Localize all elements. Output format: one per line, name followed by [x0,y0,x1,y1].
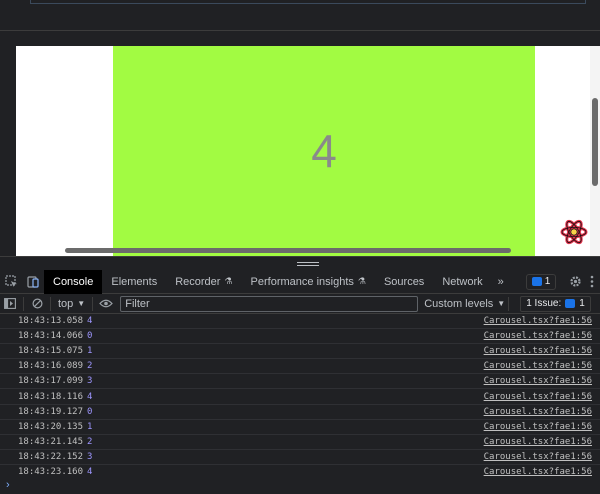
tab-console-label: Console [53,275,94,288]
devtools-resize-handle[interactable] [0,256,600,270]
log-levels-label: Custom levels [424,297,494,310]
toolbar-divider [508,296,510,311]
more-tabs-button[interactable]: » [492,276,510,288]
tab-performance-insights[interactable]: Performance insights ⚗ [242,270,375,294]
tab-elements-label: Elements [111,275,158,288]
messages-badge[interactable]: 1 [525,273,557,290]
log-value: 3 [87,451,93,462]
log-value: 1 [87,346,93,357]
log-row: 18:43:19.127 0 Carousel.tsx?fae1:56 [0,405,600,420]
context-selector[interactable]: top ▼ [54,298,89,310]
log-source-link[interactable]: Carousel.tsx?fae1:56 [484,392,592,402]
log-source-link[interactable]: Carousel.tsx?fae1:56 [484,316,592,326]
tab-network[interactable]: Network [433,270,491,294]
log-timestamp: 18:43:20.135 [18,421,84,432]
log-source-link[interactable]: Carousel.tsx?fae1:56 [484,361,592,371]
sidebar-toggle-icon[interactable] [0,294,20,314]
grip-icon [297,262,319,263]
log-source-link[interactable]: Carousel.tsx?fae1:56 [484,346,592,356]
log-timestamp: 18:43:14.066 [18,331,84,342]
tab-sources-label: Sources [383,275,425,288]
device-toolbar-icon[interactable] [22,270,44,294]
prompt-chevron-icon: › [6,479,10,491]
chevron-down-icon: ▼ [497,299,506,308]
toolbar-divider [50,296,51,311]
context-label: top [58,297,74,310]
log-row: 18:43:18.116 4 Carousel.tsx?fae1:56 [0,389,600,405]
tab-elements[interactable]: Elements [102,270,166,294]
page-viewport: 4 [16,46,600,256]
issues-button[interactable]: 1 Issue: 1 [520,295,591,312]
carousel-slide[interactable]: 4 [113,46,535,256]
log-timestamp: 18:43:21.145 [18,436,84,447]
log-row: 18:43:13.058 4 Carousel.tsx?fae1:56 [0,314,600,330]
log-value: 0 [87,406,93,417]
log-value: 1 [87,421,93,432]
horizontal-scrollbar[interactable] [65,248,511,253]
log-source-link[interactable]: Carousel.tsx?fae1:56 [484,407,592,417]
settings-icon[interactable] [569,275,582,288]
log-row: 18:43:21.145 2 Carousel.tsx?fae1:56 [0,435,600,450]
tab-console[interactable]: Console [44,269,103,294]
log-levels-dropdown[interactable]: Custom levels ▼ [424,298,505,310]
tab-performance-insights-label: Performance insights [250,275,354,288]
log-value: 0 [87,331,93,342]
log-source-link[interactable]: Carousel.tsx?fae1:56 [484,452,592,462]
kebab-menu-icon[interactable] [590,275,594,288]
log-source-link[interactable]: Carousel.tsx?fae1:56 [484,376,592,386]
issues-count: 1 [579,298,585,309]
top-divider [0,30,600,31]
log-row: 18:43:20.135 1 Carousel.tsx?fae1:56 [0,420,600,435]
log-timestamp: 18:43:13.058 [18,316,84,327]
clear-console-icon[interactable] [27,294,47,314]
log-value: 2 [87,436,93,447]
log-value: 2 [87,361,93,372]
message-icon [531,277,542,286]
console-toolbar: top ▼ Custom levels ▼ 1 Issue: 1 [0,294,600,314]
tab-recorder-label: Recorder [175,275,221,288]
devtools-actions [569,275,600,288]
log-timestamp: 18:43:19.127 [18,406,84,417]
log-timestamp: 18:43:16.089 [18,361,84,372]
inspect-icon[interactable] [0,270,22,294]
devtools-tab-bar: Console Elements Recorder ⚗ Performance i… [0,269,600,294]
issues-label: 1 Issue: [526,298,562,309]
tab-network-label: Network [442,275,483,288]
top-browser-area [0,0,600,46]
log-timestamp: 18:43:17.099 [18,376,84,387]
chevron-down-icon: ▼ [77,299,86,308]
log-row: 18:43:16.089 2 Carousel.tsx?fae1:56 [0,359,600,375]
log-timestamp: 18:43:22.152 [18,451,84,462]
issue-icon [565,299,576,308]
react-devtools-icon[interactable] [559,217,589,247]
top-frame-outline [30,0,586,4]
vertical-scrollbar-track[interactable] [590,46,600,256]
log-row: 18:43:14.066 0 Carousel.tsx?fae1:56 [0,329,600,345]
log-row: 18:43:22.152 3 Carousel.tsx?fae1:56 [0,450,600,465]
filter-input[interactable] [120,295,419,312]
log-value: 3 [87,376,93,387]
eye-icon[interactable] [96,294,116,314]
log-source-link[interactable]: Carousel.tsx?fae1:56 [484,422,592,432]
log-value: 4 [87,391,93,402]
log-row: 18:43:15.075 1 Carousel.tsx?fae1:56 [0,344,600,360]
slide-number: 4 [311,125,337,177]
log-value: 4 [87,316,93,327]
console-log: 18:43:13.058 4 Carousel.tsx?fae1:56 18:43:… [0,314,600,481]
messages-count: 1 [544,276,551,287]
log-timestamp: 18:43:18.116 [18,391,84,402]
log-timestamp: 18:43:15.075 [18,346,84,357]
toolbar-divider [23,296,24,311]
log-source-link[interactable]: Carousel.tsx?fae1:56 [484,437,592,447]
tab-sources[interactable]: Sources [375,270,433,294]
log-source-link[interactable]: Carousel.tsx?fae1:56 [484,331,592,341]
flask-icon: ⚗ [224,276,233,286]
log-row: 18:43:17.099 3 Carousel.tsx?fae1:56 [0,374,600,390]
tab-recorder[interactable]: Recorder ⚗ [166,270,241,294]
vertical-scrollbar-thumb[interactable] [592,98,598,186]
console-prompt[interactable]: › [0,476,600,494]
toolbar-divider [92,296,94,311]
flask-icon: ⚗ [357,276,366,286]
